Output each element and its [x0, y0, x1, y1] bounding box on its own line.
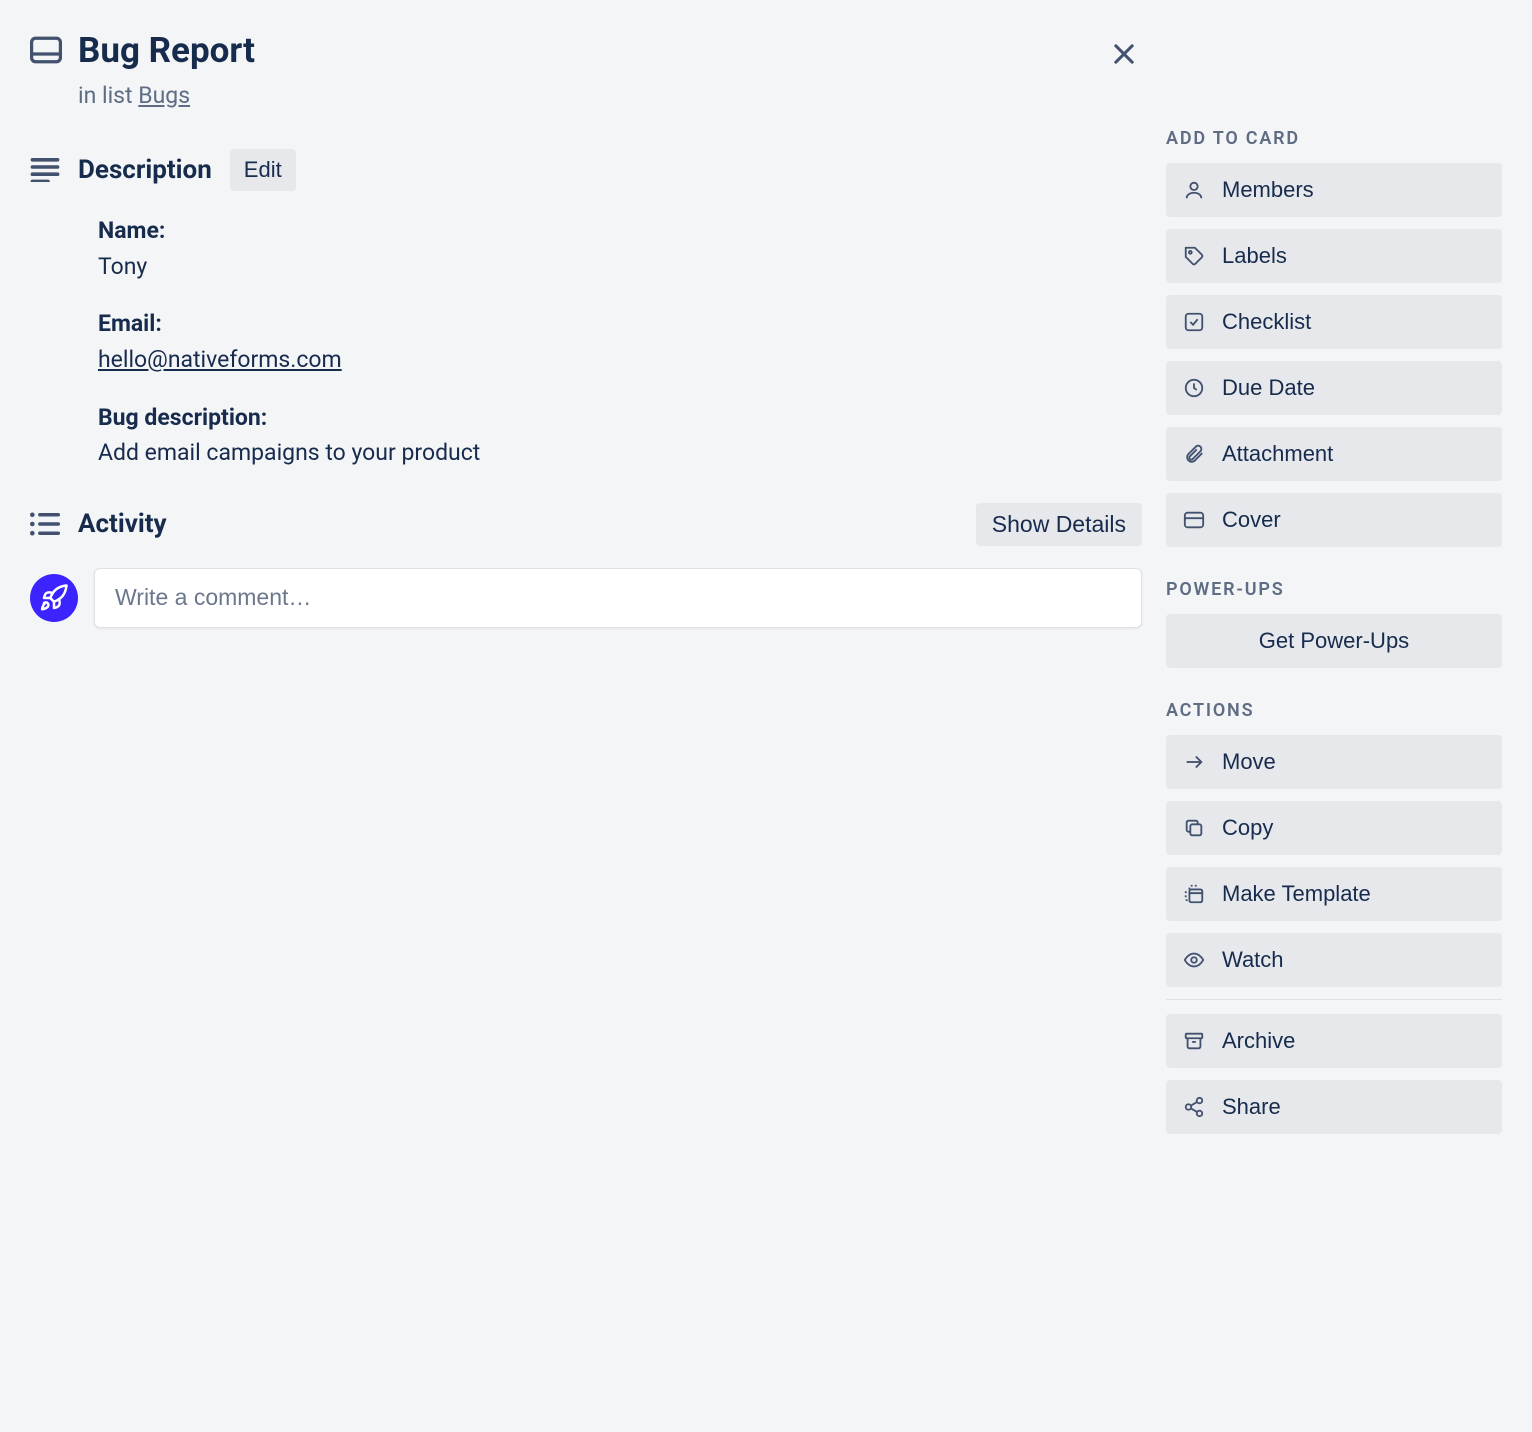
checklist-button[interactable]: Checklist — [1166, 295, 1502, 349]
attachment-button[interactable]: Attachment — [1166, 427, 1502, 481]
field-bug-label: Bug description: — [98, 400, 1142, 436]
avatar[interactable] — [30, 574, 78, 622]
labels-label: Labels — [1222, 243, 1287, 269]
attachment-icon — [1182, 443, 1206, 465]
actions-heading: ACTIONS — [1166, 700, 1502, 721]
field-name-label: Name: — [98, 213, 1142, 249]
watch-button[interactable]: Watch — [1166, 933, 1502, 987]
cover-label: Cover — [1222, 507, 1281, 533]
description-icon — [30, 158, 78, 182]
activity-icon — [30, 512, 78, 536]
activity-section: Activity Show Details — [30, 503, 1142, 628]
checklist-icon — [1182, 311, 1206, 333]
attachment-label: Attachment — [1222, 441, 1333, 467]
close-icon — [1110, 40, 1138, 68]
cover-icon — [1182, 510, 1206, 530]
get-power-ups-label: Get Power-Ups — [1259, 628, 1409, 654]
in-list-line: in list Bugs — [78, 82, 1142, 109]
watch-label: Watch — [1222, 947, 1284, 973]
members-icon — [1182, 179, 1206, 201]
copy-button[interactable]: Copy — [1166, 801, 1502, 855]
clock-icon — [1182, 377, 1206, 399]
share-icon — [1182, 1096, 1206, 1118]
power-ups-heading: POWER-UPS — [1166, 579, 1502, 600]
field-name-value: Tony — [98, 249, 1142, 285]
field-bug-value: Add email campaigns to your product — [98, 435, 1142, 471]
activity-heading: Activity — [78, 509, 167, 539]
make-template-label: Make Template — [1222, 881, 1371, 907]
rocket-icon — [39, 583, 69, 613]
description-heading: Description — [78, 155, 212, 185]
show-details-button[interactable]: Show Details — [976, 503, 1142, 546]
members-button[interactable]: Members — [1166, 163, 1502, 217]
labels-button[interactable]: Labels — [1166, 229, 1502, 283]
card-title[interactable]: Bug Report — [78, 30, 1142, 72]
members-label: Members — [1222, 177, 1314, 203]
list-link[interactable]: Bugs — [138, 82, 190, 109]
due-date-button[interactable]: Due Date — [1166, 361, 1502, 415]
card-icon — [30, 30, 78, 64]
share-button[interactable]: Share — [1166, 1080, 1502, 1134]
template-icon — [1182, 883, 1206, 905]
copy-label: Copy — [1222, 815, 1273, 841]
field-email-label: Email: — [98, 306, 1142, 342]
field-email-value[interactable]: hello@nativeforms.com — [98, 346, 342, 373]
archive-icon — [1182, 1030, 1206, 1052]
share-label: Share — [1222, 1094, 1281, 1120]
in-list-prefix: in list — [78, 82, 138, 109]
make-template-button[interactable]: Make Template — [1166, 867, 1502, 921]
due-date-label: Due Date — [1222, 375, 1315, 401]
actions-divider — [1166, 999, 1502, 1000]
checklist-label: Checklist — [1222, 309, 1311, 335]
move-label: Move — [1222, 749, 1276, 775]
arrow-right-icon — [1182, 751, 1206, 773]
copy-icon — [1182, 817, 1206, 839]
archive-label: Archive — [1222, 1028, 1295, 1054]
eye-icon — [1182, 949, 1206, 971]
archive-button[interactable]: Archive — [1166, 1014, 1502, 1068]
description-body[interactable]: Name: Tony Email: hello@nativeforms.com … — [30, 213, 1142, 471]
comment-input[interactable] — [94, 568, 1142, 628]
edit-button[interactable]: Edit — [230, 149, 296, 191]
close-button[interactable] — [1106, 36, 1142, 72]
move-button[interactable]: Move — [1166, 735, 1502, 789]
add-to-card-heading: ADD TO CARD — [1166, 128, 1502, 149]
description-section: Description Edit Name: Tony Email: hello… — [30, 149, 1142, 471]
labels-icon — [1182, 245, 1206, 267]
get-power-ups-button[interactable]: Get Power-Ups — [1166, 614, 1502, 668]
cover-button[interactable]: Cover — [1166, 493, 1502, 547]
